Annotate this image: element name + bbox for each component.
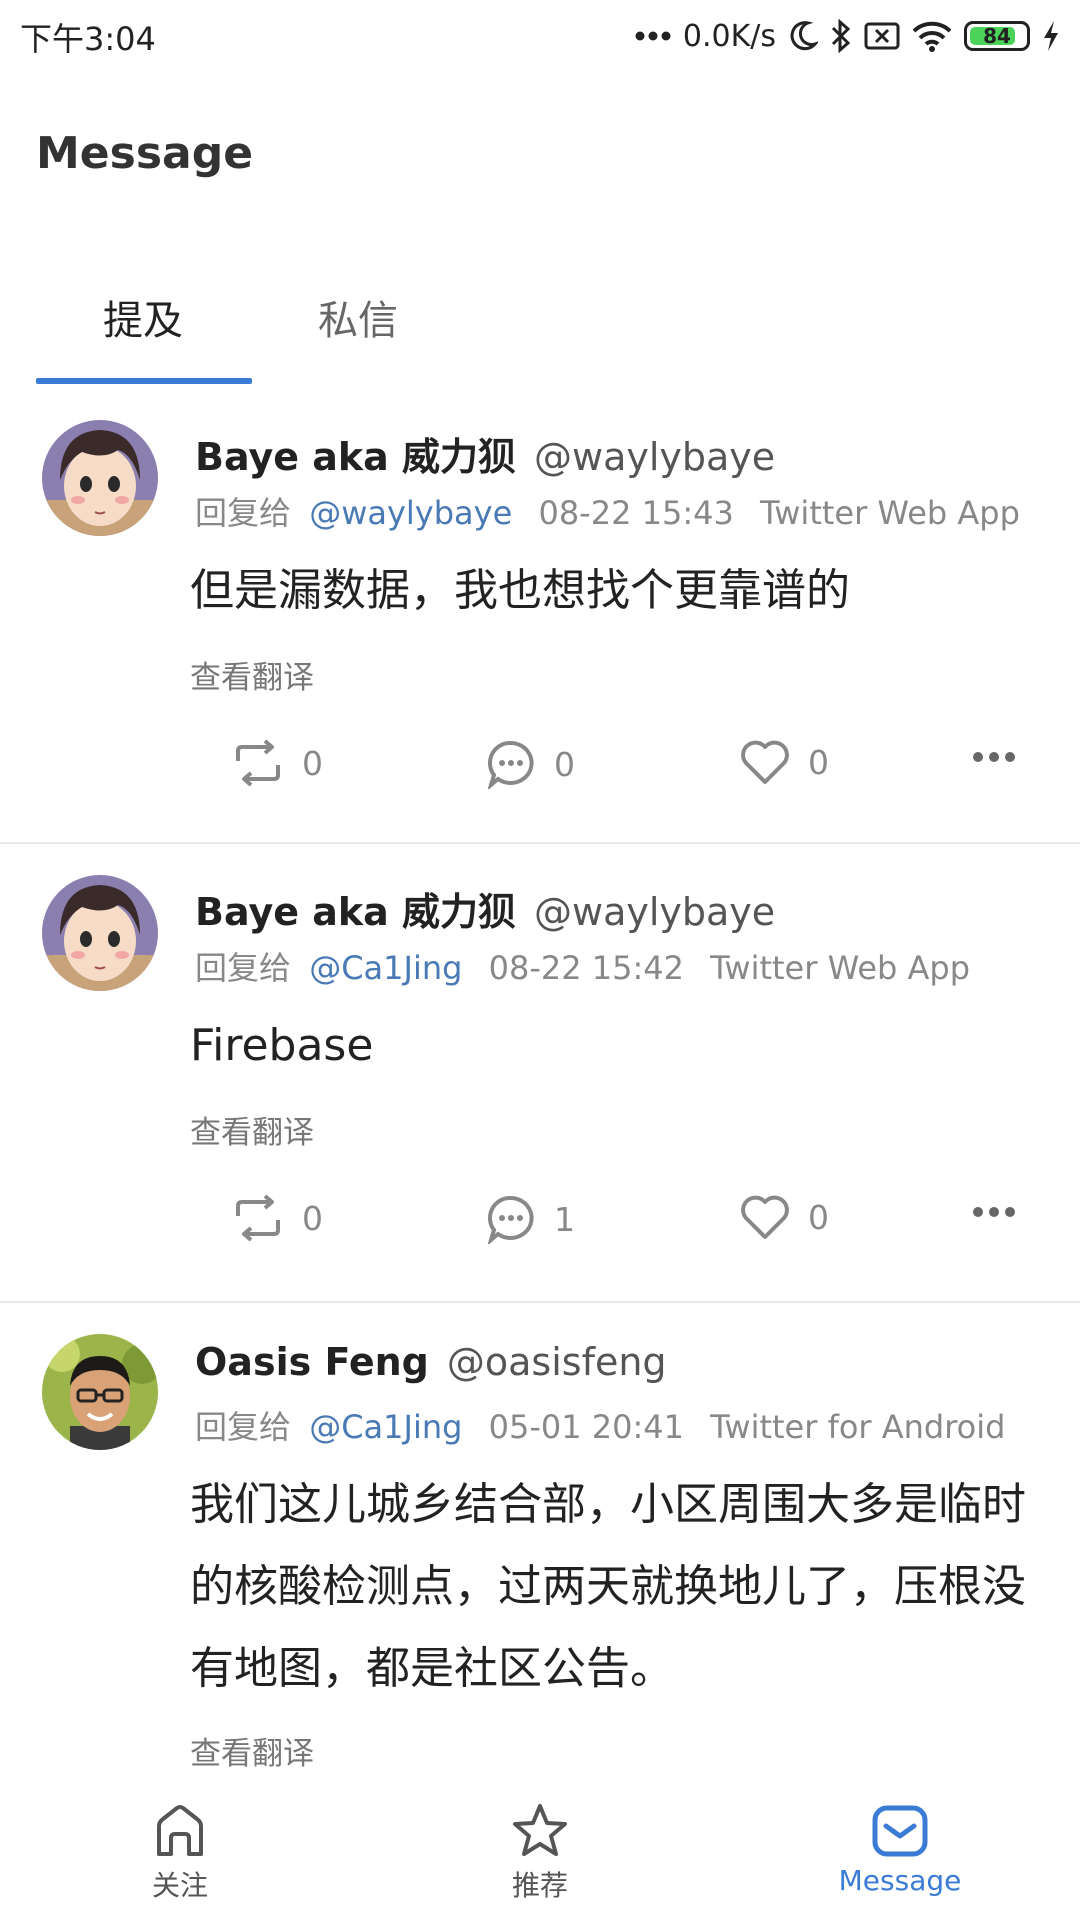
tweet-meta: 回复给 @Ca1Jing 08-22 15:42 Twitter Web App xyxy=(195,943,970,989)
tweet-time: 08-22 15:42 xyxy=(488,949,684,987)
sim-off-icon xyxy=(864,21,900,51)
like-button[interactable]: 0 xyxy=(740,739,829,785)
tab-bar: 提及 私信 xyxy=(0,270,1080,386)
author-handle[interactable]: @oasisfeng xyxy=(447,1340,667,1384)
more-icon xyxy=(973,1207,1015,1217)
avatar[interactable] xyxy=(42,420,158,536)
tweet-source: Twitter Web App xyxy=(710,949,971,987)
translate-link[interactable]: 查看翻译 xyxy=(190,1728,314,1773)
nav-recommended[interactable]: 推荐 xyxy=(440,1802,640,1904)
retweet-count: 0 xyxy=(302,1198,323,1238)
author-line: Baye aka 威力狈 @waylybaye xyxy=(195,881,775,936)
author-name[interactable]: Baye aka 威力狈 xyxy=(195,890,516,934)
tab-direct-messages[interactable]: 私信 xyxy=(318,288,398,346)
avatar[interactable] xyxy=(42,875,158,991)
reply-to-link[interactable]: @Ca1Jing xyxy=(309,949,462,987)
wifi-icon xyxy=(912,20,952,52)
comment-icon xyxy=(487,740,534,789)
status-bar: 下午3:04 0.0K/s 84 xyxy=(0,0,1080,72)
star-icon xyxy=(513,1804,567,1856)
nav-label: Message xyxy=(838,1864,962,1897)
reply-button[interactable]: 0 xyxy=(486,739,575,789)
page-title: Message xyxy=(36,128,254,179)
retweet-button[interactable]: 0 xyxy=(232,1194,323,1242)
tweet-meta: 回复给 @Ca1Jing 05-01 20:41 Twitter for And… xyxy=(195,1402,1005,1448)
bluetooth-icon xyxy=(830,19,852,53)
tab-mentions[interactable]: 提及 xyxy=(103,288,183,346)
reply-to-link[interactable]: @waylybaye xyxy=(309,494,512,532)
more-options-button[interactable] xyxy=(972,751,1016,763)
retweet-count: 0 xyxy=(302,743,323,783)
author-handle[interactable]: @waylybaye xyxy=(534,890,775,934)
author-line: Baye aka 威力狈 @waylybaye xyxy=(195,426,775,481)
tweet-item[interactable]: Baye aka 威力狈 @waylybaye 回复给 @Ca1Jing 08-2… xyxy=(0,845,1080,1303)
tweet-source: Twitter for Android xyxy=(710,1408,1006,1446)
nav-label: 推荐 xyxy=(511,1869,568,1902)
tweet-meta: 回复给 @waylybaye 08-22 15:43 Twitter Web A… xyxy=(195,488,1020,534)
retweet-icon xyxy=(236,739,280,787)
reply-prefix: 回复给 xyxy=(195,949,292,987)
tweet-source: Twitter Web App xyxy=(760,494,1020,532)
bottom-navigation: 关注 推荐 Message xyxy=(0,1780,1080,1920)
home-icon xyxy=(157,1805,203,1856)
status-time: 下午3:04 xyxy=(20,20,156,58)
charging-icon xyxy=(1042,20,1060,52)
like-button[interactable]: 0 xyxy=(740,1194,829,1240)
author-handle[interactable]: @waylybaye xyxy=(534,435,775,479)
reply-button[interactable]: 1 xyxy=(486,1194,575,1244)
net-speed: 0.0K/s xyxy=(682,18,776,54)
nav-message[interactable]: Message xyxy=(800,1802,1000,1897)
tweet-actions: 0 0 0 xyxy=(0,739,1080,799)
nav-following[interactable]: 关注 xyxy=(80,1802,280,1904)
comment-icon xyxy=(487,1195,534,1244)
tweet-time: 05-01 20:41 xyxy=(488,1408,684,1446)
retweet-icon xyxy=(236,1194,280,1242)
reply-prefix: 回复给 xyxy=(195,1408,292,1446)
author-name[interactable]: Baye aka 威力狈 xyxy=(195,435,516,479)
heart-icon xyxy=(741,740,789,784)
like-count: 0 xyxy=(808,1197,829,1237)
translate-link[interactable]: 查看翻译 xyxy=(190,1107,314,1152)
battery-icon: 84 xyxy=(964,21,1030,51)
battery-level: 84 xyxy=(983,24,1011,48)
reply-to-link[interactable]: @Ca1Jing xyxy=(309,1408,462,1446)
author-name[interactable]: Oasis Feng xyxy=(195,1340,429,1384)
tweet-actions: 0 1 0 xyxy=(0,1194,1080,1254)
message-icon xyxy=(872,1805,928,1857)
reply-prefix: 回复给 xyxy=(195,494,292,532)
reply-count: 1 xyxy=(554,1199,575,1239)
heart-icon xyxy=(741,1195,789,1239)
status-icons: 0.0K/s 84 xyxy=(635,14,1060,58)
nav-label: 关注 xyxy=(151,1869,208,1902)
reply-count: 0 xyxy=(554,744,575,784)
like-count: 0 xyxy=(808,742,829,782)
tweet-item[interactable]: Baye aka 威力狈 @waylybaye 回复给 @waylybaye 08… xyxy=(0,390,1080,844)
tweet-item[interactable]: Oasis Feng @oasisfeng 回复给 @Ca1Jing 05-01 … xyxy=(0,1304,1080,1780)
tweet-text: 我们这儿城乡结合部，小区周围大多是临时的核酸检测点，过两天就换地儿了，压根没有地… xyxy=(190,1479,1026,1694)
mentions-feed[interactable]: Baye aka 威力狈 @waylybaye 回复给 @waylybaye 08… xyxy=(0,390,1080,1780)
moon-icon xyxy=(788,20,818,52)
translate-link[interactable]: 查看翻译 xyxy=(190,652,314,697)
active-tab-indicator xyxy=(36,378,252,384)
signal-dots-icon xyxy=(635,30,671,42)
tweet-text: Firebase xyxy=(190,1020,374,1071)
more-icon xyxy=(973,752,1015,762)
retweet-button[interactable]: 0 xyxy=(232,739,323,787)
more-options-button[interactable] xyxy=(972,1206,1016,1218)
author-line: Oasis Feng @oasisfeng xyxy=(195,1340,667,1384)
tweet-time: 08-22 15:43 xyxy=(538,494,734,532)
avatar[interactable] xyxy=(42,1334,158,1450)
tweet-text: 但是漏数据，我也想找个更靠谱的 xyxy=(190,565,850,616)
